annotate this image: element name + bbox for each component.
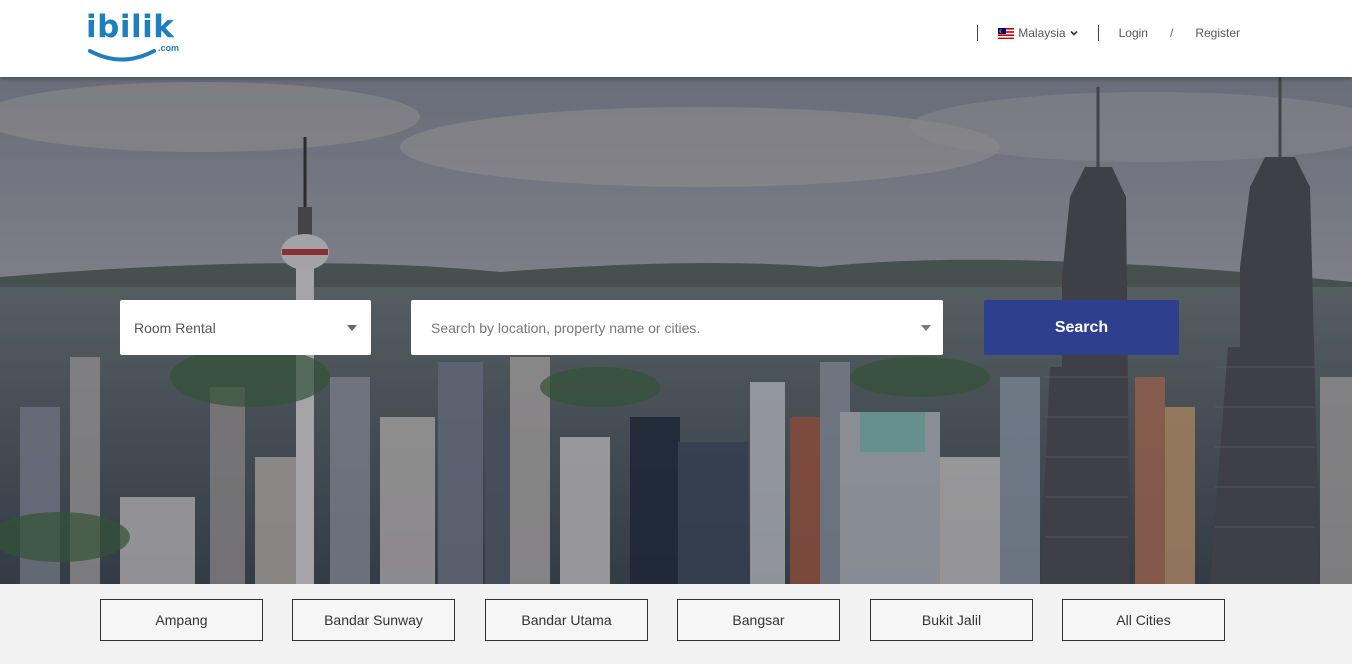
nav-separator: / <box>1169 26 1174 40</box>
site-header: ibilik .com Malaysia Login / Register <box>0 0 1352 77</box>
caret-down-icon[interactable] <box>921 324 931 331</box>
city-button-ampang[interactable]: Ampang <box>100 599 263 641</box>
city-button-bandar-sunway[interactable]: Bandar Sunway <box>292 599 455 641</box>
top-navigation: Malaysia Login / Register <box>957 22 1240 44</box>
nav-divider <box>1097 25 1099 41</box>
ibilik-logo[interactable]: ibilik .com <box>86 10 186 62</box>
register-link[interactable]: Register <box>1195 26 1240 40</box>
chevron-down-icon <box>1070 30 1078 36</box>
malaysia-flag-icon <box>998 27 1015 39</box>
caret-down-icon <box>347 324 357 331</box>
location-search-field[interactable] <box>411 300 943 355</box>
nav-divider <box>977 25 979 41</box>
city-button-all-cities[interactable]: All Cities <box>1062 599 1225 641</box>
logo-smile-icon <box>88 49 156 62</box>
country-label: Malaysia <box>1018 26 1066 40</box>
logo-wordmark: ibilik <box>86 9 175 45</box>
popular-cities-bar: Ampang Bandar Sunway Bandar Utama Bangsa… <box>0 584 1352 664</box>
location-search-input[interactable] <box>431 319 891 336</box>
property-type-value: Room Rental <box>134 319 216 336</box>
search-button[interactable]: Search <box>984 300 1179 355</box>
country-selector[interactable]: Malaysia <box>998 26 1078 40</box>
city-button-bangsar[interactable]: Bangsar <box>677 599 840 641</box>
logo-suffix: .com <box>158 43 180 53</box>
hero-banner: Room Rental Search <box>0 77 1352 584</box>
city-button-bukit-jalil[interactable]: Bukit Jalil <box>870 599 1033 641</box>
property-type-select[interactable]: Room Rental <box>120 300 371 355</box>
login-link[interactable]: Login <box>1119 26 1148 40</box>
city-button-bandar-utama[interactable]: Bandar Utama <box>485 599 648 641</box>
